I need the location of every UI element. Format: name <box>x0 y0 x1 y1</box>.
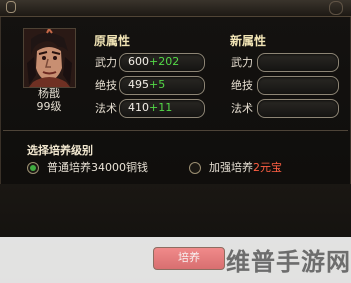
character-portrait <box>23 28 76 88</box>
section-divider <box>3 130 348 131</box>
original-spell-label: 法术 <box>95 102 117 115</box>
new-strength-label: 武力 <box>231 56 253 69</box>
original-spell-value: 410 <box>128 101 149 114</box>
dialog-top-strip <box>0 0 351 17</box>
original-skill-bonus: +5 <box>149 78 166 91</box>
new-spell-label: 法术 <box>231 102 253 115</box>
enhanced-cultivation-prefix: 加强培养 <box>209 161 253 174</box>
normal-cultivation-label[interactable]: 普通培养34000铜钱 <box>47 161 148 174</box>
new-skill-label: 绝技 <box>231 79 253 92</box>
normal-cultivation-radio[interactable] <box>27 162 39 174</box>
original-strength-label: 武力 <box>95 56 117 69</box>
new-skill-field <box>257 76 339 95</box>
character-portrait-icon <box>24 29 75 87</box>
cultivation-dialog: 杨戬 99级 原属性 新属性 武力 600+202 绝技 495+5 法术 41… <box>0 0 351 283</box>
enhanced-cultivation-label[interactable]: 加强培养2元宝 <box>209 161 282 174</box>
original-strength-value: 600 <box>128 55 149 68</box>
corner-ornament-icon <box>6 1 16 13</box>
original-skill-value: 495 <box>128 78 149 91</box>
cultivate-button[interactable]: 培养 <box>153 247 225 270</box>
new-attributes-title: 新属性 <box>230 34 267 48</box>
character-level: 99级 <box>36 100 62 113</box>
new-strength-field <box>257 53 339 72</box>
close-icon[interactable] <box>329 1 343 15</box>
site-watermark: 维普手游网 <box>226 248 351 276</box>
original-strength-field: 600+202 <box>119 53 205 72</box>
original-strength-bonus: +202 <box>149 55 180 68</box>
enhanced-cultivation-radio[interactable] <box>189 162 201 174</box>
new-spell-field <box>257 99 339 118</box>
original-skill-label: 绝技 <box>95 79 117 92</box>
original-spell-bonus: +11 <box>149 101 173 114</box>
character-name: 杨戬 <box>38 87 60 100</box>
cultivation-level-title: 选择培养级别 <box>27 144 93 157</box>
enhanced-cultivation-cost: 2元宝 <box>253 161 282 174</box>
original-spell-field: 410+11 <box>119 99 205 118</box>
original-attributes-title: 原属性 <box>94 34 131 48</box>
original-skill-field: 495+5 <box>119 76 205 95</box>
